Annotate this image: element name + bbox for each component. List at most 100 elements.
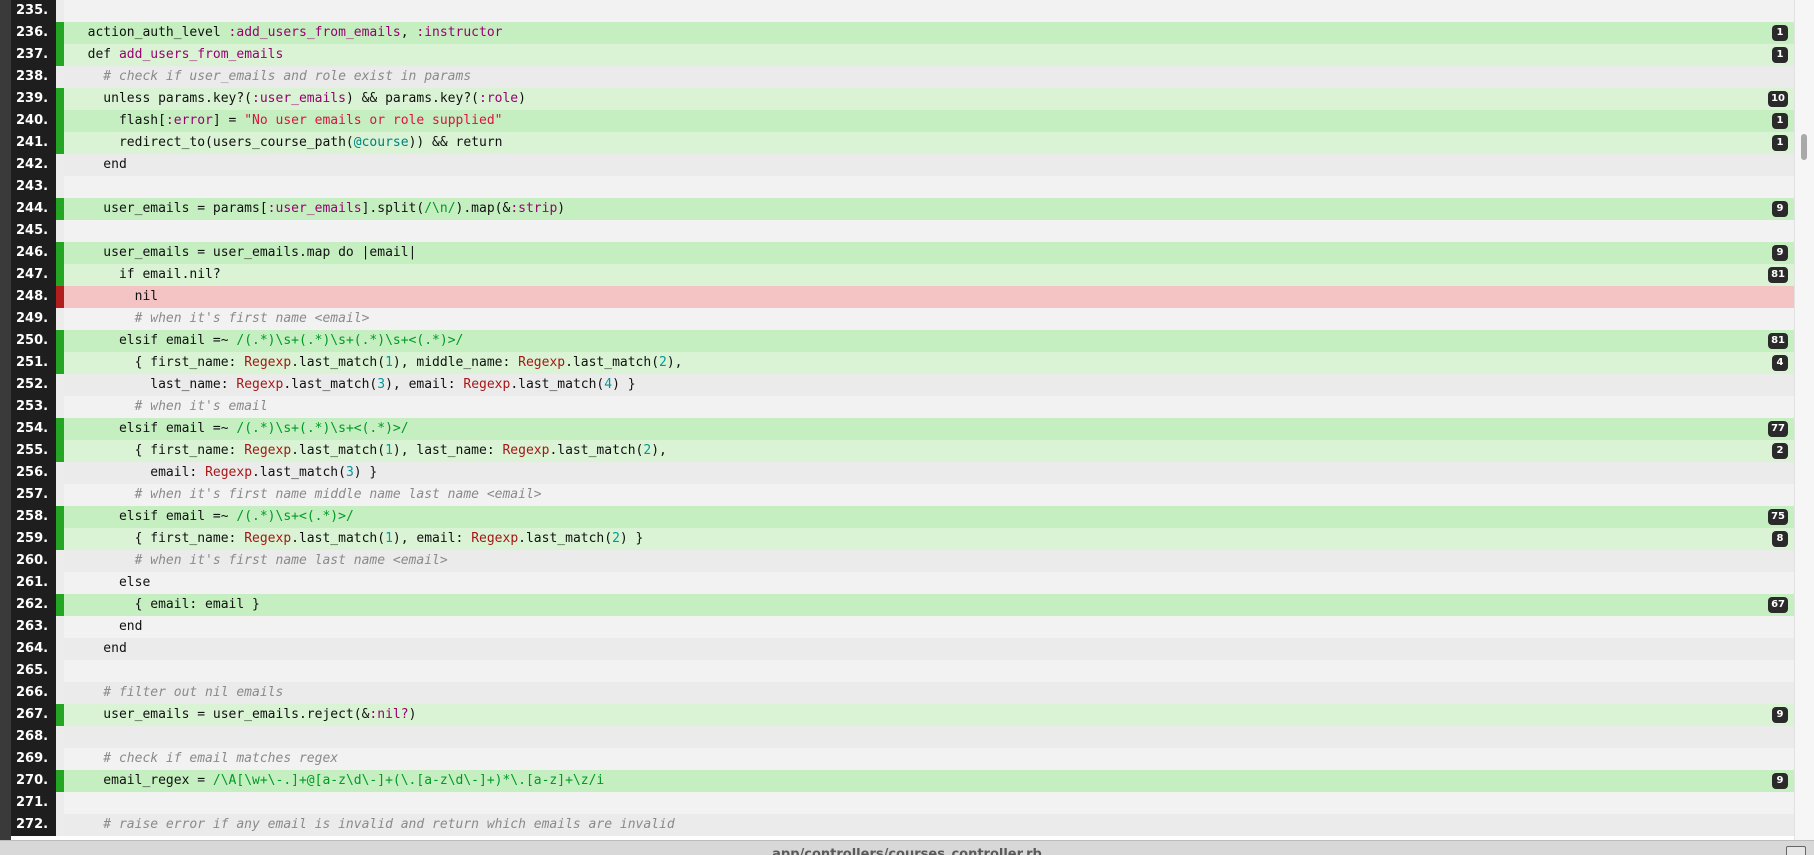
line-number: 253. (11, 396, 56, 418)
code-text: else (64, 572, 1794, 594)
code-token: 1 (385, 531, 393, 546)
code-token: { first_name: (72, 355, 245, 370)
code-line: 249. # when it's first name <email> (11, 308, 1794, 330)
code-line: 245. (11, 220, 1794, 242)
window-left-border (0, 0, 11, 854)
hit-count-badge: 1 (1772, 25, 1788, 41)
code-text: redirect_to(users_course_path(@course)) … (64, 132, 1794, 154)
line-number: 260. (11, 550, 56, 572)
code-text: { first_name: Regexp.last_match(1), midd… (64, 352, 1794, 374)
code-token: :user_emails (267, 201, 362, 216)
line-number: 251. (11, 352, 56, 374)
code-text: elsif email =~ /(.*)\s+(.*)\s+(.*)\s+<(.… (64, 330, 1794, 352)
line-number: 270. (11, 770, 56, 792)
code-text: # when it's email (64, 396, 1794, 418)
code-token: .last_match( (291, 531, 386, 546)
code-line: 248. nil (11, 286, 1794, 308)
coverage-marker (56, 770, 64, 792)
code-text: last_name: Regexp.last_match(3), email: … (64, 374, 1794, 396)
hit-count-badge: 81 (1768, 267, 1788, 283)
code-token: .last_match( (510, 377, 605, 392)
code-text: elsif email =~ /(.*)\s+<(.*)>/ 75 (64, 506, 1794, 528)
code-text: # filter out nil emails (64, 682, 1794, 704)
code-text: # when it's first name middle name last … (64, 484, 1794, 506)
code-token: .last_match( (291, 355, 386, 370)
code-token: email_regex = (72, 773, 213, 788)
code-token: Regexp (463, 377, 511, 392)
line-number: 246. (11, 242, 56, 264)
code-token: 4 (604, 377, 613, 392)
code-text: email_regex = /\A[\w+\-.]+@[a-z\d\-]+(\.… (64, 770, 1794, 792)
code-token: flash[ (72, 113, 166, 128)
hit-count-badge: 4 (1772, 355, 1788, 371)
line-number: 266. (11, 682, 56, 704)
code-text (64, 660, 1794, 682)
line-number: 262. (11, 594, 56, 616)
code-token: user_emails = user_emails.reject(& (72, 707, 370, 722)
code-token: "No user emails or role supplied" (244, 113, 503, 128)
hit-count-badge: 9 (1772, 707, 1788, 723)
coverage-marker (56, 484, 64, 506)
code-token: email: (72, 465, 206, 480)
code-line: 260. # when it's first name last name <e… (11, 550, 1794, 572)
code-line: 269. # check if email matches regex (11, 748, 1794, 770)
line-number: 244. (11, 198, 56, 220)
line-number: 268. (11, 726, 56, 748)
coverage-marker (56, 242, 64, 264)
coverage-marker (56, 682, 64, 704)
code-token: ) (408, 707, 417, 722)
code-line: 268. (11, 726, 1794, 748)
line-number: 243. (11, 176, 56, 198)
code-text: def add_users_from_emails 1 (64, 44, 1794, 66)
code-token: 2 (659, 355, 667, 370)
line-number: 256. (11, 462, 56, 484)
code-line: 255. { first_name: Regexp.last_match(1),… (11, 440, 1794, 462)
code-line: 247. if email.nil? 81 (11, 264, 1794, 286)
coverage-marker (56, 286, 64, 308)
line-number: 258. (11, 506, 56, 528)
code-token: .last_match( (252, 465, 346, 480)
line-number: 257. (11, 484, 56, 506)
code-line: 257. # when it's first name middle name … (11, 484, 1794, 506)
code-token: elsif email =~ (72, 333, 237, 348)
code-line: 263. end (11, 616, 1794, 638)
scrollbar-thumb[interactable] (1801, 134, 1807, 160)
code-token: Regexp (244, 355, 292, 370)
line-number: 249. (11, 308, 56, 330)
coverage-marker (56, 264, 64, 286)
line-number: 235. (11, 0, 56, 22)
line-number: 252. (11, 374, 56, 396)
code-text: end (64, 616, 1794, 638)
coverage-marker (56, 396, 64, 418)
line-number: 261. (11, 572, 56, 594)
line-number: 247. (11, 264, 56, 286)
hit-count-badge: 1 (1772, 47, 1788, 63)
code-token: ), email: (392, 531, 472, 546)
line-number: 236. (11, 22, 56, 44)
code-token: Regexp (244, 443, 292, 458)
coverage-marker (56, 220, 64, 242)
code-token: action_auth_level (72, 25, 229, 40)
code-token: { first_name: (72, 443, 245, 458)
code-token: if email.nil? (72, 267, 221, 282)
code-line: 250. elsif email =~ /(.*)\s+(.*)\s+(.*)\… (11, 330, 1794, 352)
hit-count-badge: 8 (1772, 531, 1788, 547)
source-code-view[interactable]: 235. 236. action_auth_level :add_users_fr… (11, 0, 1794, 840)
code-token: :add_users_from_emails (228, 25, 401, 40)
code-token: end (72, 619, 143, 634)
line-number: 239. (11, 88, 56, 110)
code-token: && return (424, 135, 503, 150)
vertical-scrollbar[interactable] (1794, 0, 1814, 840)
code-token: ].split( (361, 201, 425, 216)
code-token: user_emails = user_emails.map do |email| (72, 245, 417, 260)
code-token: end (72, 641, 127, 656)
code-token: /\A[\w+\-.]+@[a-z\d\-]+(\.[a-z\d\-]+)*\.… (212, 773, 605, 788)
line-number: 241. (11, 132, 56, 154)
hit-count-badge: 9 (1772, 773, 1788, 789)
code-token: .last_match( (283, 377, 378, 392)
coverage-marker (56, 198, 64, 220)
coverage-marker (56, 308, 64, 330)
coverage-marker (56, 572, 64, 594)
coverage-marker (56, 616, 64, 638)
code-line: 256. email: Regexp.last_match(3) } (11, 462, 1794, 484)
